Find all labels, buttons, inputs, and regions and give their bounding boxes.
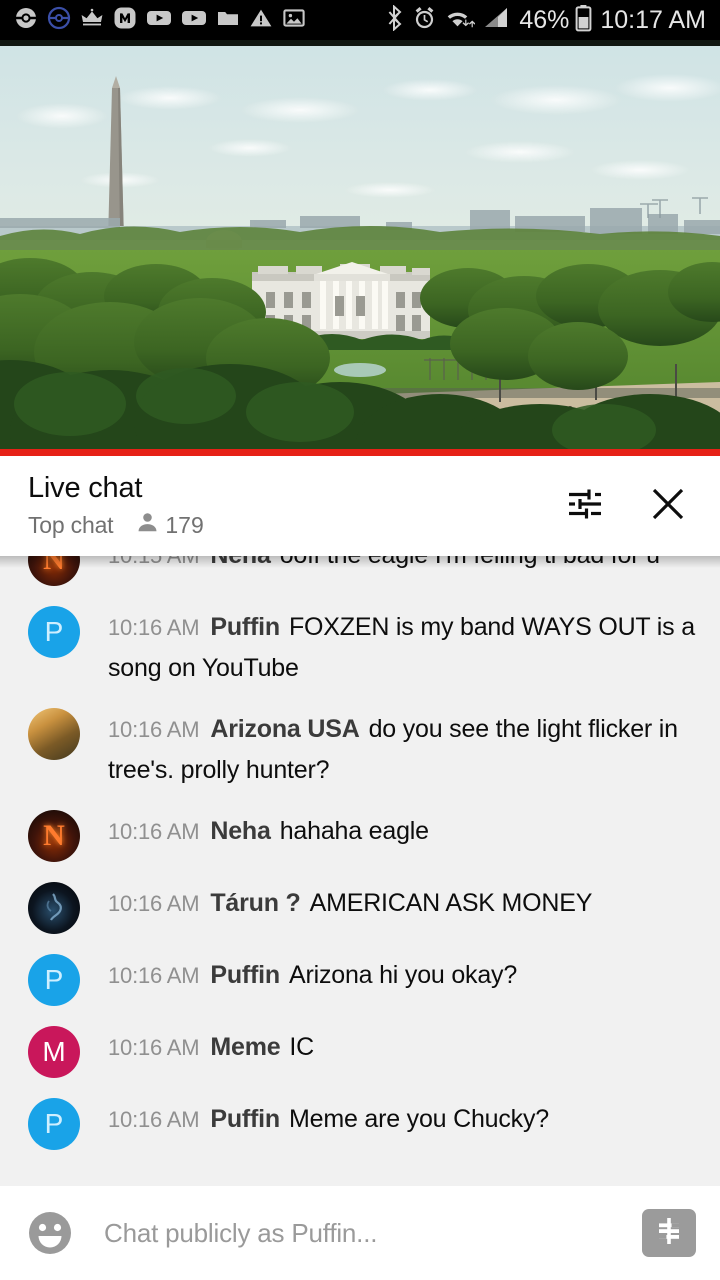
monogram-m-icon bbox=[113, 6, 137, 35]
crown-icon bbox=[80, 6, 104, 35]
avatar-letter: P bbox=[44, 1108, 64, 1139]
cellular-signal-icon bbox=[483, 5, 511, 36]
avatar-letter: N bbox=[43, 556, 65, 576]
avatar[interactable]: M bbox=[28, 1026, 80, 1078]
chat-message[interactable]: 10:16 AM Arizona USA do you see the light … bbox=[0, 708, 720, 790]
chat-message[interactable]: P 10:16 AM Puffin FOXZEN is my band WAYS OU… bbox=[0, 606, 720, 688]
chat-message-body: 10:16 AM Tárun ? AMERICAN ASK MONEY bbox=[108, 882, 700, 934]
status-bar-clock: 10:17 AM bbox=[600, 5, 706, 34]
message-timestamp: 10:16 AM bbox=[108, 717, 200, 742]
chat-message-body: 10:16 AM Meme IC bbox=[108, 1026, 700, 1078]
image-icon bbox=[282, 6, 306, 35]
chat-input[interactable] bbox=[104, 1217, 628, 1249]
video-progress-bar[interactable] bbox=[0, 449, 720, 456]
avatar[interactable] bbox=[28, 882, 80, 934]
message-author[interactable]: Neha bbox=[210, 817, 271, 845]
chat-message[interactable]: P 10:16 AM Puffin Arizona hi you okay? bbox=[0, 954, 720, 1006]
chat-message-body: 10:16 AM Arizona USA do you see the light … bbox=[108, 708, 700, 790]
chat-message-body: 10:16 AM Puffin Arizona hi you okay? bbox=[108, 954, 700, 1006]
chat-message-body: 10:16 AM Puffin FOXZEN is my band WAYS OUT… bbox=[108, 606, 700, 688]
viewer-count: 179 bbox=[165, 511, 204, 538]
chat-messages-container: N 10:15 AM Neha ooff the eagle I'm felling … bbox=[0, 556, 720, 1150]
message-author[interactable]: Puffin bbox=[210, 1105, 280, 1133]
message-author[interactable]: Tárun ? bbox=[210, 889, 300, 917]
video-player[interactable] bbox=[0, 40, 720, 455]
chat-filter-button[interactable] bbox=[560, 482, 608, 530]
warning-triangle-icon bbox=[249, 6, 273, 35]
message-author[interactable]: Arizona USA bbox=[210, 715, 359, 743]
chat-mode-selector[interactable]: Top chat bbox=[28, 512, 114, 539]
pokeball-outline-icon bbox=[47, 6, 71, 35]
status-bar: 46% 10:17 AM bbox=[0, 0, 720, 40]
super-chat-button[interactable] bbox=[642, 1209, 696, 1257]
message-timestamp: 10:15 AM bbox=[108, 556, 200, 568]
message-text: Arizona hi you okay? bbox=[288, 961, 518, 989]
battery-percent-label: 46% bbox=[519, 5, 570, 34]
message-timestamp: 10:16 AM bbox=[108, 819, 200, 844]
bluetooth-icon bbox=[386, 3, 404, 36]
youtube-play-icon bbox=[146, 6, 172, 35]
video-frame bbox=[0, 40, 720, 455]
chat-message-body: 10:16 AM Puffin Meme are you Chucky? bbox=[108, 1098, 700, 1150]
battery-icon bbox=[575, 4, 592, 37]
message-timestamp: 10:16 AM bbox=[108, 615, 200, 640]
alarm-clock-icon bbox=[412, 5, 437, 36]
avatar[interactable]: N bbox=[28, 556, 80, 586]
message-text: AMERICAN ASK MONEY bbox=[309, 889, 593, 917]
message-text: IC bbox=[289, 1033, 315, 1061]
viewer-count-group: 179 bbox=[135, 510, 204, 540]
close-chat-button[interactable] bbox=[644, 482, 692, 530]
message-author[interactable]: Meme bbox=[210, 1033, 280, 1061]
video-letterbox-top bbox=[0, 40, 720, 46]
dollar-icon bbox=[652, 1214, 686, 1253]
avatar[interactable]: P bbox=[28, 606, 80, 658]
wifi-icon bbox=[445, 5, 476, 36]
avatar[interactable]: N bbox=[28, 810, 80, 862]
message-text: Meme are you Chucky? bbox=[288, 1105, 549, 1133]
youtube-play-icon-2 bbox=[181, 6, 207, 35]
chat-message[interactable]: N 10:16 AM Neha hahaha eagle bbox=[0, 810, 720, 862]
chat-message-body: 10:15 AM Neha ooff the eagle I'm felling t… bbox=[108, 556, 700, 586]
avatar-letter: M bbox=[42, 1036, 66, 1067]
pokeball-icon bbox=[14, 6, 38, 35]
avatar[interactable] bbox=[28, 708, 80, 760]
message-author[interactable]: Neha bbox=[210, 556, 271, 569]
status-bar-notification-icons bbox=[14, 6, 306, 35]
message-text: hahaha eagle bbox=[279, 817, 429, 845]
person-icon bbox=[135, 510, 160, 540]
chat-title-group: Live chat Top chat 179 bbox=[28, 472, 204, 541]
page-title: Live chat bbox=[28, 471, 143, 504]
avatar[interactable]: P bbox=[28, 954, 80, 1006]
close-icon bbox=[645, 481, 691, 532]
chat-message-list[interactable]: N 10:15 AM Neha ooff the eagle I'm felling … bbox=[0, 556, 720, 1186]
message-timestamp: 10:16 AM bbox=[108, 963, 200, 988]
chat-message[interactable]: M 10:16 AM Meme IC bbox=[0, 1026, 720, 1078]
status-bar-system-icons: 46% 10:17 AM bbox=[386, 3, 706, 37]
chat-message-body: 10:16 AM Neha hahaha eagle bbox=[108, 810, 700, 862]
message-author[interactable]: Puffin bbox=[210, 961, 280, 989]
message-text: ooff the eagle I'm felling ti bad for u bbox=[280, 556, 660, 569]
live-chat-header: Live chat Top chat 179 bbox=[0, 456, 720, 556]
avatar-letter: N bbox=[43, 819, 65, 852]
youtube-live-chat-screen: 46% 10:17 AM Live chat Top chat 179 N P … bbox=[0, 0, 720, 1280]
chat-message[interactable]: P 10:16 AM Puffin Meme are you Chucky? bbox=[0, 1098, 720, 1150]
avatar[interactable]: P bbox=[28, 1098, 80, 1150]
chat-input-bar bbox=[0, 1186, 720, 1280]
sliders-icon bbox=[561, 481, 607, 532]
chat-message[interactable]: N 10:15 AM Neha ooff the eagle I'm felling … bbox=[0, 556, 720, 586]
message-author[interactable]: Puffin bbox=[210, 613, 280, 641]
folder-icon bbox=[216, 6, 240, 35]
chat-subtitle-row: Top chat 179 bbox=[28, 510, 204, 540]
message-timestamp: 10:16 AM bbox=[108, 891, 200, 916]
chat-message[interactable]: 10:16 AM Tárun ? AMERICAN ASK MONEY bbox=[0, 882, 720, 934]
chat-header-actions bbox=[560, 482, 692, 530]
avatar-glyph bbox=[46, 893, 62, 921]
avatar-letter: P bbox=[44, 616, 64, 647]
message-timestamp: 10:16 AM bbox=[108, 1107, 200, 1132]
message-timestamp: 10:16 AM bbox=[108, 1035, 200, 1060]
emoji-picker-button[interactable] bbox=[24, 1207, 76, 1259]
avatar-letter: P bbox=[44, 964, 64, 995]
emoji-smiley-icon bbox=[24, 1212, 76, 1263]
